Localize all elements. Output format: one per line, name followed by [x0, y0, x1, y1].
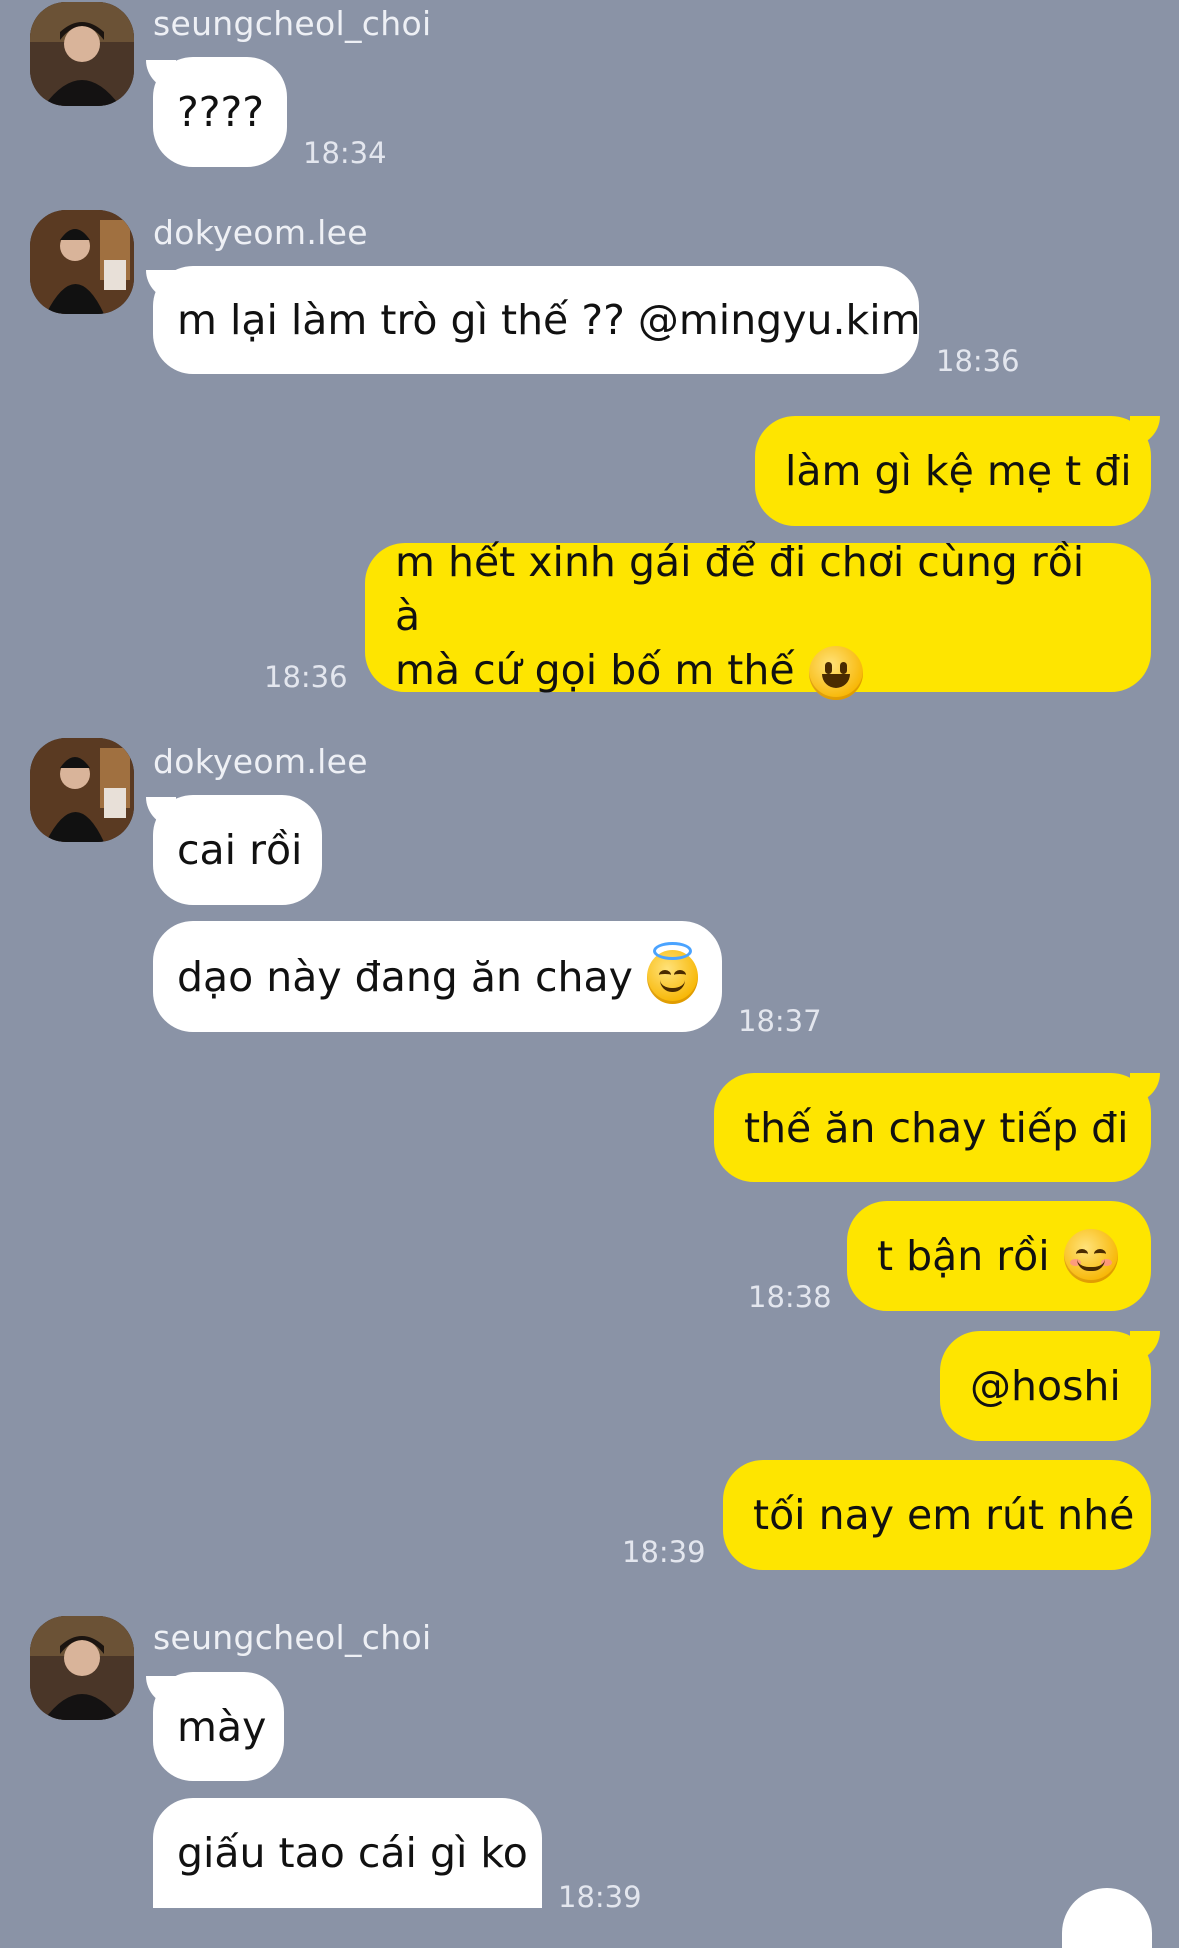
- sender-name: dokyeom.lee: [153, 742, 368, 781]
- message-bubble-outgoing[interactable]: thế ăn chay tiếp đi: [714, 1073, 1151, 1182]
- message-time: 18:36: [936, 344, 1020, 378]
- message-text-line-2: mà cứ gọi bố m thế: [395, 646, 795, 694]
- message-bubble-outgoing[interactable]: tối nay em rút nhé: [723, 1460, 1151, 1570]
- message-text: cai rồi: [177, 826, 303, 874]
- sender-name: seungcheol_choi: [153, 1618, 432, 1657]
- grinning-face-emoji-icon: [808, 646, 863, 700]
- message-text: t bận rồi: [877, 1232, 1050, 1280]
- message-text: làm gì kệ mẹ t đi: [785, 447, 1132, 495]
- message-time: 18:36: [264, 660, 348, 694]
- message-time: 18:39: [622, 1535, 706, 1569]
- avatar-seungcheol[interactable]: [30, 2, 134, 106]
- message-time: 18:39: [558, 1880, 642, 1914]
- message-bubble-incoming[interactable]: m lại làm trò gì thế ?? @mingyu.kim: [153, 266, 921, 374]
- message-time: 18:34: [303, 136, 387, 170]
- message-bubble-incoming[interactable]: dạo này đang ăn chay: [153, 921, 722, 1032]
- message-time: 18:38: [748, 1280, 832, 1314]
- message-bubble-partial[interactable]: [1062, 1888, 1152, 1948]
- message-text: tối nay em rút nhé: [753, 1491, 1135, 1539]
- sender-name: seungcheol_choi: [153, 4, 432, 43]
- message-bubble-incoming[interactable]: mày: [153, 1672, 284, 1781]
- message-text-line-1: m hết xinh gái để đi chơi cùng rồi à: [395, 538, 1085, 640]
- message-time: 18:37: [738, 1004, 822, 1038]
- message-bubble-outgoing[interactable]: làm gì kệ mẹ t đi: [755, 416, 1151, 526]
- smiling-face-emoji-icon: [1063, 1229, 1118, 1283]
- message-bubble-outgoing[interactable]: t bận rồi: [847, 1201, 1151, 1311]
- avatar-dokyeom[interactable]: [30, 210, 134, 314]
- avatar-dokyeom[interactable]: [30, 738, 134, 842]
- message-text: ????: [177, 88, 265, 136]
- message-text: mày: [177, 1702, 267, 1751]
- message-bubble-incoming[interactable]: ????: [153, 57, 287, 167]
- chat-area[interactable]: seungcheol_choi ???? 18:34 dokyeom.lee m…: [0, 0, 1179, 1948]
- message-bubble-outgoing[interactable]: @hoshi: [940, 1331, 1151, 1441]
- message-text: thế ăn chay tiếp đi: [744, 1103, 1129, 1152]
- message-text: @hoshi: [970, 1362, 1121, 1410]
- avatar-seungcheol[interactable]: [30, 1616, 134, 1720]
- message-bubble-incoming[interactable]: giấu tao cái gì ko: [153, 1798, 542, 1908]
- message-bubble-incoming[interactable]: cai rồi: [153, 795, 322, 905]
- message-text: dạo này đang ăn chay: [177, 952, 633, 1001]
- sender-name: dokyeom.lee: [153, 213, 368, 252]
- message-bubble-outgoing[interactable]: m hết xinh gái để đi chơi cùng rồi à mà …: [365, 538, 1151, 700]
- message-text: m lại làm trò gì thế ?? @mingyu.kim: [177, 296, 921, 344]
- smiling-face-with-halo-emoji-icon: [646, 941, 698, 1004]
- message-text: giấu tao cái gì ko: [177, 1829, 528, 1877]
